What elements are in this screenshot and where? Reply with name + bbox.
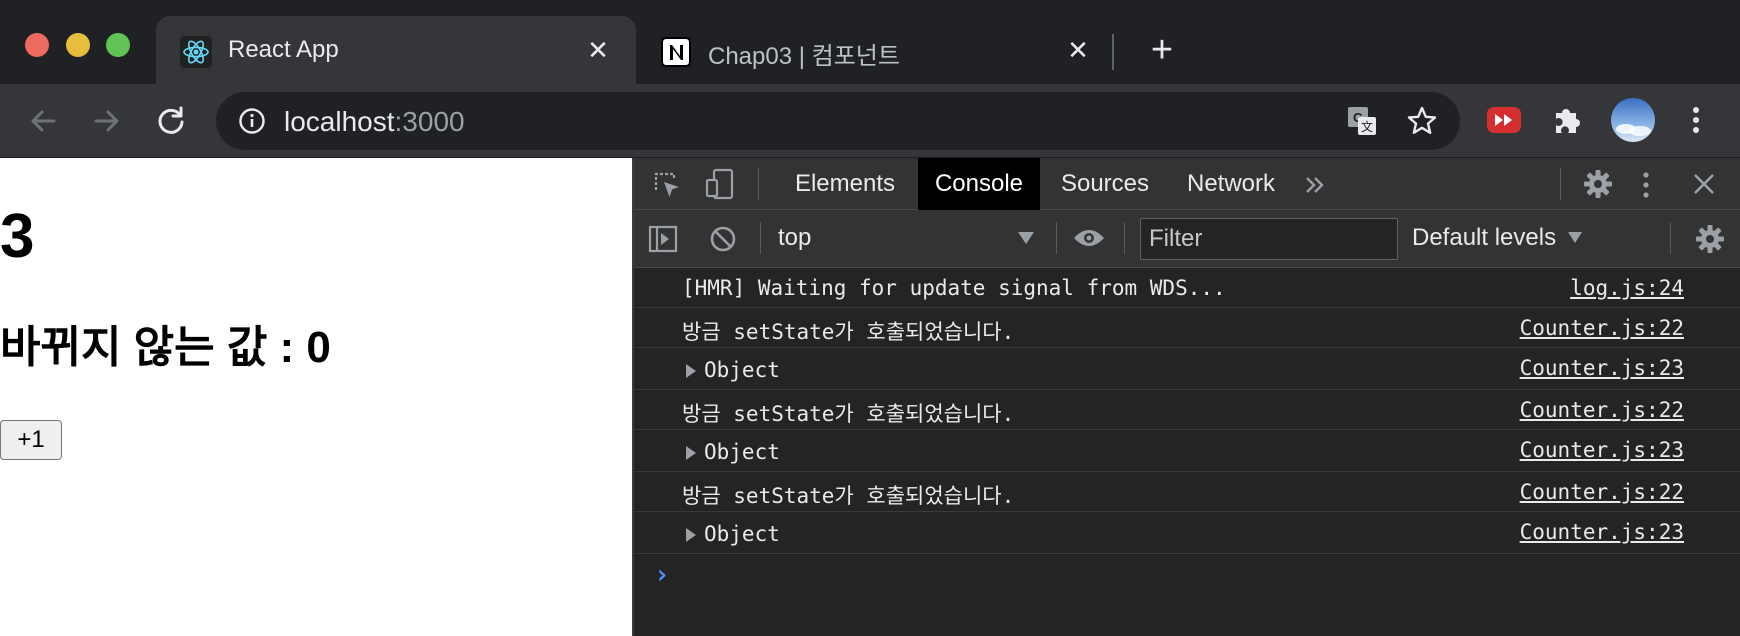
device-toolbar-icon[interactable] (704, 168, 736, 200)
expand-triangle-icon[interactable] (686, 364, 696, 378)
translate-icon[interactable]: G 文 (1346, 105, 1378, 137)
log-text: 방금 setState가 호출되었습니다. (682, 320, 1015, 344)
notion-logo-icon (661, 37, 691, 67)
tab-elements[interactable]: Elements (776, 158, 914, 210)
expand-triangle-icon[interactable] (686, 528, 696, 542)
reload-icon[interactable] (154, 104, 188, 138)
bookmark-star-icon[interactable] (1406, 105, 1438, 137)
tab-chap03[interactable]: Chap03 | 컴포넌트 ✕ (636, 16, 1116, 84)
levels-dropdown-arrow-icon[interactable] (1568, 232, 1582, 243)
log-object-text[interactable]: Object (704, 522, 780, 546)
address-bar[interactable]: localhost:3000 G 文 (216, 92, 1460, 150)
devtools-tab-bar: Elements Console Sources Network (634, 158, 1740, 210)
svg-text:文: 文 (1361, 119, 1373, 134)
url-port: :3000 (394, 106, 465, 137)
clear-console-icon[interactable] (708, 224, 738, 254)
console-message: [HMR] Waiting for update signal from WDS… (634, 268, 1740, 308)
devtools-panel: Elements Console Sources Network top Fil… (632, 158, 1740, 636)
console-object-row[interactable]: Object Counter.js:23 (634, 430, 1740, 472)
console-message: 방금 setState가 호출되었습니다. Counter.js:22 (634, 390, 1740, 430)
url-text: localhost:3000 (284, 106, 465, 138)
devtools-menu-icon[interactable] (1638, 170, 1654, 200)
console-message: 방금 setState가 호출되었습니다. Counter.js:22 (634, 308, 1740, 348)
console-object-row[interactable]: Object Counter.js:23 (634, 348, 1740, 390)
forward-arrow-icon[interactable] (90, 104, 124, 138)
console-settings-gear-icon[interactable] (1694, 223, 1726, 255)
close-devtools-icon[interactable] (1692, 172, 1716, 196)
log-source-link[interactable]: Counter.js:23 (1520, 356, 1684, 380)
context-dropdown-arrow-icon[interactable] (1018, 232, 1034, 244)
toolbar-separator (1560, 168, 1561, 200)
log-source-link[interactable]: Counter.js:22 (1520, 316, 1684, 340)
tab-close-icon[interactable]: ✕ (584, 36, 612, 64)
toolbar-separator (758, 168, 759, 200)
back-arrow-icon[interactable] (26, 104, 60, 138)
log-object-text[interactable]: Object (704, 440, 780, 464)
tab-console[interactable]: Console (918, 158, 1040, 210)
console-message: 방금 setState가 호출되었습니다. Counter.js:22 (634, 472, 1740, 512)
react-logo-icon (180, 36, 212, 68)
tab-sources[interactable]: Sources (1044, 158, 1166, 210)
sidebar-toggle-icon[interactable] (648, 224, 678, 254)
counter-value: 3 (0, 202, 35, 271)
prompt-chevron-icon: › (654, 560, 670, 590)
tab-strip: React App ✕ Chap03 | 컴포넌트 ✕ + (0, 0, 1740, 84)
live-expression-eye-icon[interactable] (1072, 226, 1106, 250)
log-source-link[interactable]: Counter.js:23 (1520, 438, 1684, 462)
tab-close-icon[interactable]: ✕ (1064, 36, 1092, 64)
log-text: [HMR] Waiting for update signal from WDS… (682, 276, 1226, 300)
tab-title: Chap03 | 컴포넌트 (708, 43, 900, 70)
static-value-heading: 바뀌지 않는 값 : 0 (0, 323, 331, 372)
toolbar-separator (1124, 222, 1125, 254)
log-levels-dropdown[interactable]: Default levels (1412, 224, 1556, 252)
site-info-icon[interactable] (238, 107, 266, 135)
inspect-element-icon[interactable] (652, 170, 682, 200)
window-maximize-button[interactable] (106, 33, 130, 57)
profile-avatar[interactable] (1610, 97, 1656, 143)
log-source-link[interactable]: Counter.js:23 (1520, 520, 1684, 544)
toolbar-separator (760, 222, 761, 254)
context-selector[interactable]: top (778, 224, 811, 252)
console-object-row[interactable]: Object Counter.js:23 (634, 512, 1740, 554)
browser-toolbar: localhost:3000 G 文 (0, 84, 1740, 158)
tab-react-app[interactable]: React App ✕ (156, 16, 636, 84)
log-text: 방금 setState가 호출되었습니다. (682, 402, 1015, 426)
window-minimize-button[interactable] (66, 33, 90, 57)
browser-menu-icon[interactable] (1684, 103, 1708, 137)
toolbar-separator (1056, 222, 1057, 254)
log-text: 방금 setState가 호출되었습니다. (682, 484, 1015, 508)
tab-title: React App (228, 36, 339, 63)
log-source-link[interactable]: Counter.js:22 (1520, 480, 1684, 504)
window-close-button[interactable] (25, 33, 49, 57)
expand-triangle-icon[interactable] (686, 446, 696, 460)
console-prompt[interactable]: › (634, 554, 1740, 598)
extensions-puzzle-icon[interactable] (1550, 103, 1584, 137)
increment-button[interactable]: +1 (0, 420, 62, 460)
page-viewport: 3 바뀌지 않는 값 : 0 +1 (0, 158, 632, 636)
console-output: [HMR] Waiting for update signal from WDS… (634, 268, 1740, 598)
tab-divider (1112, 34, 1114, 70)
toolbar-separator (1670, 222, 1671, 254)
console-filter-input[interactable] (1140, 218, 1398, 260)
url-host: localhost (284, 106, 395, 137)
tab-network[interactable]: Network (1172, 158, 1290, 210)
console-filter-bar: top Default levels (634, 210, 1740, 268)
log-object-text[interactable]: Object (704, 358, 780, 382)
log-source-link[interactable]: log.js:24 (1570, 276, 1684, 300)
new-tab-button[interactable]: + (1142, 30, 1182, 70)
log-source-link[interactable]: Counter.js:22 (1520, 398, 1684, 422)
more-tabs-chevron-icon[interactable] (1304, 174, 1326, 196)
settings-gear-icon[interactable] (1582, 168, 1614, 200)
video-speed-extension-icon[interactable] (1486, 103, 1522, 137)
